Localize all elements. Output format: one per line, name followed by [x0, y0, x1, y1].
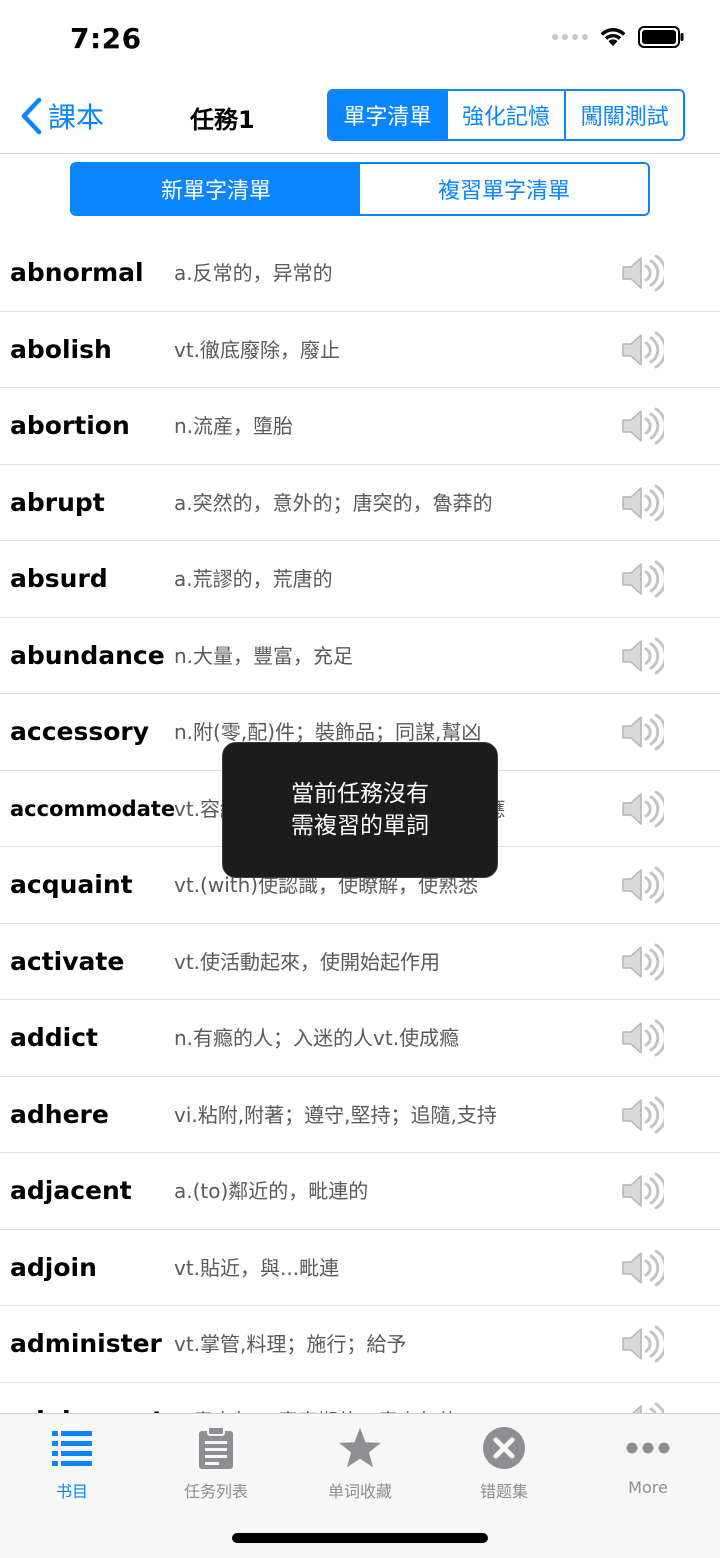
segment-review-words[interactable]: 複習單字清單: [360, 164, 648, 214]
nav-bar: 課本 任務1 單字清單 強化記憶 闖關測試: [0, 80, 720, 154]
tab-label: 单词收藏: [327, 1482, 392, 1501]
list-item[interactable]: absurd a.荒謬的，荒唐的: [0, 541, 720, 618]
toast-line-1: 當前任務沒有: [291, 781, 429, 807]
word-term: administer: [10, 1329, 162, 1358]
speaker-icon[interactable]: [620, 789, 667, 829]
clipboard-icon: [194, 1426, 238, 1470]
word-meaning: a.荒謬的，荒唐的: [174, 567, 333, 591]
mode-segmented-control: 單字清單 強化記憶 闖關測試: [327, 89, 685, 141]
tab-label: More: [628, 1478, 668, 1497]
word-meaning: vt.掌管,料理；施行；給予: [174, 1332, 407, 1356]
segment-level-test[interactable]: 闖關測試: [566, 91, 683, 139]
home-indicator: [232, 1533, 488, 1543]
word-meaning: vi.粘附,附著；遵守,堅持；追隨,支持: [174, 1102, 497, 1127]
list-item[interactable]: abundance n.大量，豐富，充足: [0, 618, 720, 694]
battery-icon: [638, 26, 684, 48]
speaker-icon[interactable]: [620, 712, 667, 752]
list-item[interactable]: addict n.有瘾的人；入迷的人vt.使成瘾: [0, 1000, 720, 1077]
word-term: adjacent: [10, 1176, 132, 1205]
word-term: adolescent: [10, 1383, 164, 1414]
tab-label: 错题集: [479, 1482, 528, 1501]
segment-new-words[interactable]: 新單字清單: [72, 164, 360, 214]
list-item[interactable]: abrupt a.突然的，意外的；唐突的，魯莽的: [0, 465, 720, 541]
list-item[interactable]: abnormal a.反常的，异常的: [0, 235, 720, 312]
list-item[interactable]: abortion n.流産，墮胎: [0, 388, 720, 465]
word-meaning: n.流産，墮胎: [174, 414, 294, 438]
list-item[interactable]: abolish vt.徹底廢除，廢止: [0, 312, 720, 388]
status-time: 7:26: [70, 22, 142, 55]
list-item[interactable]: adolescent n.青少年 a.青春期的，青少年的: [0, 1383, 720, 1414]
speaker-icon[interactable]: [620, 1401, 666, 1413]
list-icon: [50, 1426, 94, 1470]
tab-label: 任务列表: [183, 1482, 248, 1501]
toast-message: 當前任務沒有 需複習的單詞: [222, 742, 498, 878]
word-meaning: n.有瘾的人；入迷的人vt.使成瘾: [174, 1026, 460, 1050]
chevron-left-icon: [21, 97, 42, 135]
word-meaning: n.青少年 a.青春期的，青少年的: [174, 1383, 458, 1414]
tab-word-favorites[interactable]: 单词收藏: [288, 1414, 432, 1514]
star-icon: [338, 1426, 382, 1470]
word-meaning: a.突然的，意外的；唐突的，魯莽的: [174, 490, 493, 515]
word-meaning: a.反常的，异常的: [174, 261, 333, 285]
word-term: abnormal: [10, 258, 144, 287]
speaker-icon[interactable]: [620, 1095, 667, 1135]
list-item[interactable]: adhere vi.粘附,附著；遵守,堅持；追隨,支持: [0, 1077, 720, 1153]
word-term: accessory: [10, 717, 150, 746]
speaker-icon[interactable]: [620, 1324, 667, 1364]
tab-more[interactable]: More: [576, 1414, 720, 1514]
speaker-icon[interactable]: [620, 942, 667, 982]
status-bar: 7:26: [0, 0, 720, 80]
more-icon: [626, 1426, 670, 1470]
speaker-icon[interactable]: [620, 253, 667, 293]
tab-label: 书目: [55, 1482, 88, 1501]
word-term: abortion: [10, 411, 130, 440]
back-button-label: 課本: [48, 101, 105, 134]
speaker-icon[interactable]: [620, 865, 667, 905]
toast-line-2: 需複習的單詞: [291, 813, 429, 839]
speaker-icon[interactable]: [620, 1171, 667, 1211]
cellular-signal-icon: [552, 34, 588, 40]
tab-book-list[interactable]: 书目: [0, 1414, 144, 1514]
word-meaning: vt.使活動起來，使開始起作用: [174, 949, 441, 974]
page-title: 任務1: [190, 106, 255, 134]
word-term: adhere: [10, 1099, 109, 1129]
word-meaning: n.大量，豐富，充足: [174, 643, 354, 668]
speaker-icon[interactable]: [620, 483, 667, 523]
speaker-icon[interactable]: [620, 636, 667, 676]
list-item[interactable]: administer vt.掌管,料理；施行；給予: [0, 1306, 720, 1383]
list-item[interactable]: adjoin vt.貼近，與...毗連: [0, 1230, 720, 1306]
word-meaning: vt.徹底廢除，廢止: [174, 337, 341, 362]
word-term: activate: [10, 946, 125, 976]
list-type-segmented-control: 新單字清單 複習單字清單: [70, 162, 650, 216]
tab-task-list[interactable]: 任务列表: [144, 1414, 288, 1514]
word-term: abolish: [10, 334, 112, 364]
word-term: accommodate: [10, 796, 176, 821]
word-term: addict: [10, 1023, 99, 1052]
segment-reinforce-memory[interactable]: 強化記憶: [447, 91, 567, 139]
speaker-icon[interactable]: [620, 1018, 667, 1058]
tab-mistakes[interactable]: 错题集: [432, 1414, 576, 1514]
back-button[interactable]: 課本: [20, 94, 104, 138]
word-term: acquaint: [10, 870, 133, 899]
word-term: abrupt: [10, 487, 105, 517]
segment-word-list[interactable]: 單字清單: [329, 91, 448, 139]
word-term: abundance: [10, 640, 165, 670]
speaker-icon[interactable]: [620, 559, 667, 599]
list-item[interactable]: adjacent a.(to)鄰近的，毗連的: [0, 1153, 720, 1230]
status-icons: [552, 26, 684, 48]
word-meaning: a.(to)鄰近的，毗連的: [174, 1179, 369, 1203]
speaker-icon[interactable]: [620, 330, 667, 370]
word-term: absurd: [10, 564, 108, 593]
wifi-icon: [600, 28, 626, 46]
speaker-icon[interactable]: [620, 406, 667, 446]
word-meaning: vt.貼近，與...毗連: [174, 1255, 340, 1280]
word-term: adjoin: [10, 1252, 97, 1282]
x-circle-icon: [482, 1426, 526, 1470]
list-item[interactable]: activate vt.使活動起來，使開始起作用: [0, 924, 720, 1000]
speaker-icon[interactable]: [620, 1248, 667, 1288]
